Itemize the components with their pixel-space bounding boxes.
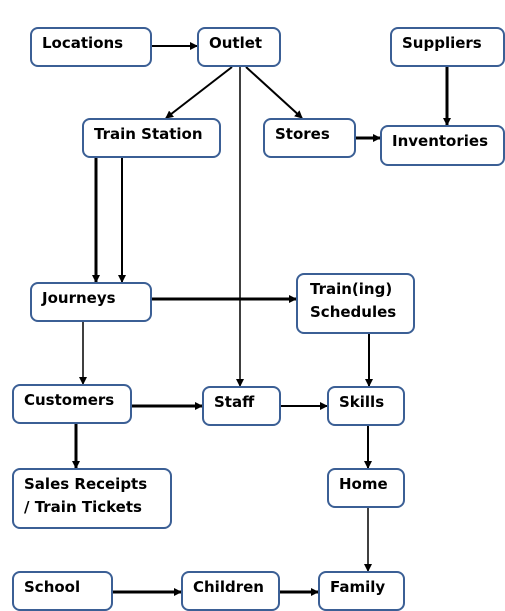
node-label: Skills <box>339 393 385 411</box>
node-locations: Locations <box>30 27 152 67</box>
node-label: Stores <box>275 125 330 143</box>
node-school: School <box>12 571 113 611</box>
node-label: Train(ing) <box>310 280 393 298</box>
node-label: Staff <box>214 393 255 411</box>
node-sales-receipts: Sales Receipts / Train Tickets <box>12 468 172 529</box>
node-family: Family <box>318 571 405 611</box>
arrow-outlet-to-stores <box>245 66 303 119</box>
node-label: Outlet <box>209 34 263 52</box>
node-children: Children <box>181 571 280 611</box>
node-train-station: Train Station <box>82 118 221 158</box>
node-label: Locations <box>42 34 124 52</box>
arrow-outlet-to-train_station <box>165 66 233 119</box>
node-label: Train Station <box>94 125 203 143</box>
node-skills: Skills <box>327 386 405 426</box>
node-suppliers: Suppliers <box>390 27 505 67</box>
node-label: Suppliers <box>402 34 482 52</box>
node-label: Children <box>193 578 264 596</box>
node-label: Journeys <box>42 289 116 307</box>
diagram: Locations Outlet Suppliers Train Station… <box>0 0 505 611</box>
node-label: Inventories <box>392 132 489 150</box>
node-outlet: Outlet <box>197 27 281 67</box>
node-label: Sales Receipts <box>24 475 148 493</box>
node-training-schedules: Train(ing) Schedules <box>296 273 415 334</box>
node-customers: Customers <box>12 384 132 424</box>
node-inventories: Inventories <box>380 125 505 166</box>
node-stores: Stores <box>263 118 356 158</box>
node-label: Home <box>339 475 388 493</box>
node-label: Customers <box>24 391 115 409</box>
node-label: School <box>24 578 81 596</box>
node-label: Schedules <box>310 303 397 321</box>
node-home: Home <box>327 468 405 508</box>
node-staff: Staff <box>202 386 281 426</box>
node-journeys: Journeys <box>30 282 152 322</box>
node-label: / Train Tickets <box>24 498 142 516</box>
node-label: Family <box>330 578 386 596</box>
